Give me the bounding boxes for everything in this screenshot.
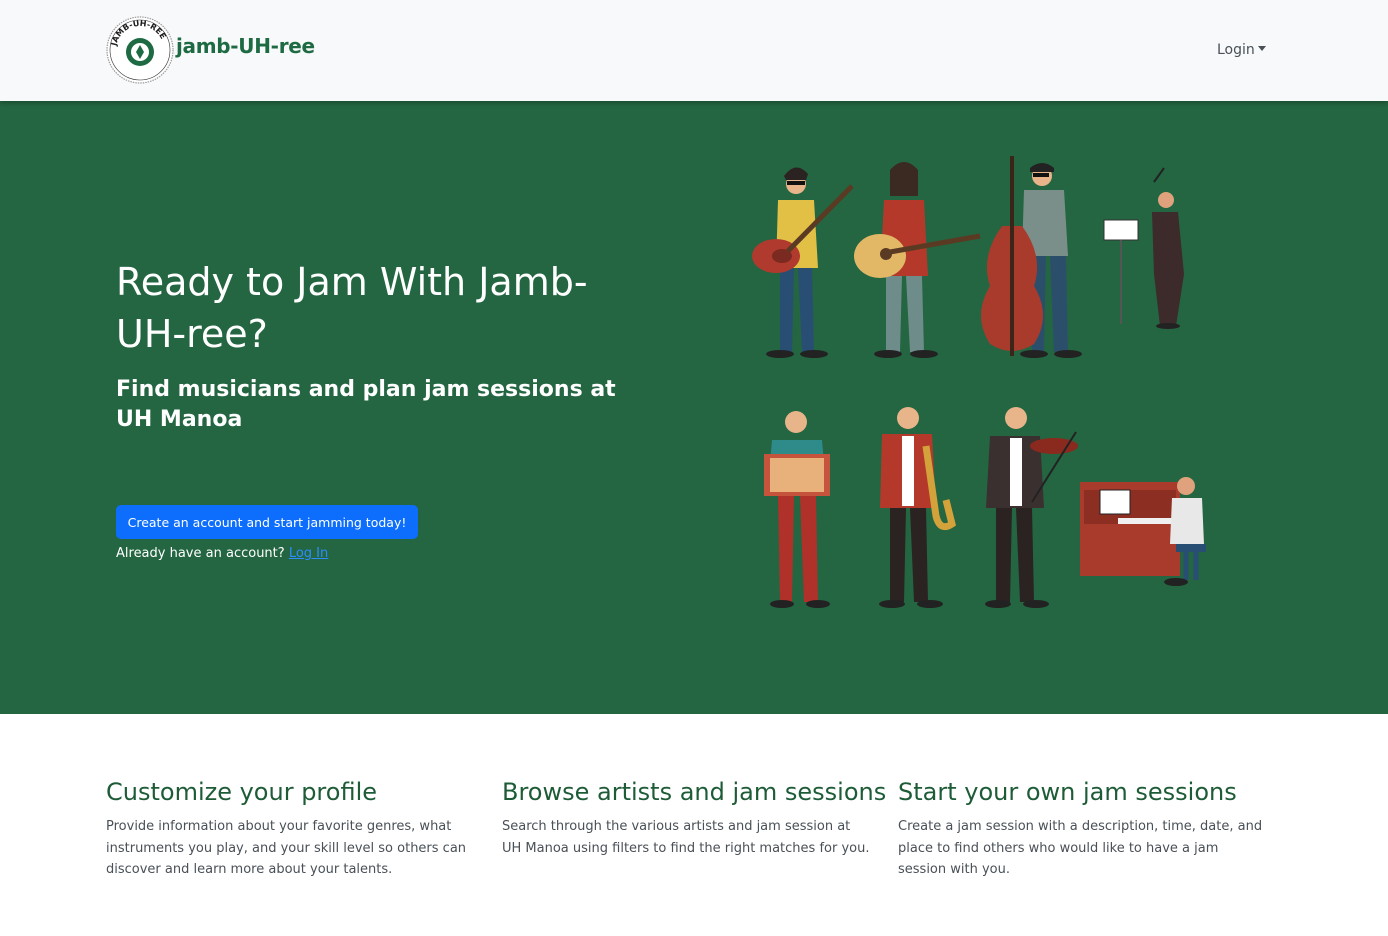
- feature-title: Browse artists and jam sessions: [502, 778, 887, 806]
- feature-text: Provide information about your favorite …: [106, 819, 467, 877]
- saxophonist-figure: [879, 407, 956, 608]
- caret-down-icon: [1257, 46, 1266, 51]
- login-link[interactable]: Log In: [289, 546, 328, 561]
- create-account-button[interactable]: Create an account and start jamming toda…: [116, 505, 418, 539]
- violinist-figure: [985, 407, 1078, 608]
- login-dropdown[interactable]: Login: [1217, 42, 1266, 58]
- guitarist-figure: [752, 167, 854, 358]
- feature-title: Customize your profile: [106, 778, 378, 806]
- conductor-figure: [1103, 167, 1184, 329]
- hero-title: Ready to Jam With Jamb-UH-ree?: [116, 260, 588, 356]
- hero-subtitle: Find musicians and plan jam sessions at …: [116, 377, 616, 432]
- feature-text: Search through the various artists and j…: [502, 819, 870, 856]
- brand-name[interactable]: jamb-UH-ree: [176, 34, 315, 58]
- feature-customize-profile: Customize your profile Provide informati…: [106, 778, 476, 881]
- feature-start-sessions: Start your own jam sessions Create a jam…: [898, 778, 1268, 881]
- acoustic-guitarist-figure: [854, 162, 981, 358]
- logo-seal[interactable]: JAMB-UH-REE: [106, 16, 174, 84]
- already-text: Already have an account?: [116, 546, 285, 561]
- feature-title: Start your own jam sessions: [898, 778, 1237, 806]
- pianist-figure: [1080, 477, 1206, 586]
- hero-section: Ready to Jam With Jamb-UH-ree? Find musi…: [0, 101, 1388, 714]
- accordion-player-figure: [764, 411, 830, 608]
- navbar: JAMB-UH-REE jamb-UH-ree Login: [0, 0, 1388, 101]
- login-label: Login: [1217, 42, 1255, 58]
- musicians-illustration: [752, 156, 1206, 608]
- feature-text: Create a jam session with a description,…: [898, 819, 1263, 877]
- bassist-figure: [981, 156, 1082, 358]
- feature-browse: Browse artists and jam sessions Search t…: [502, 778, 887, 859]
- login-prompt: Already have an account? Log In: [116, 546, 328, 561]
